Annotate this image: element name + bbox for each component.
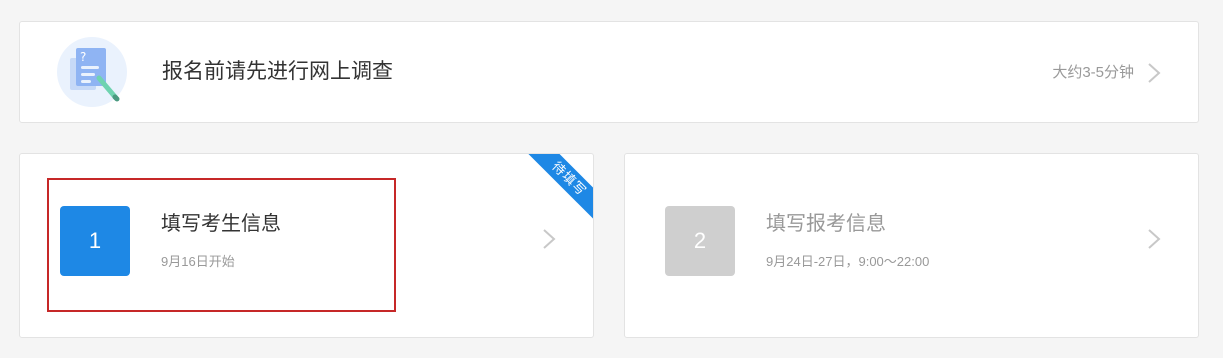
step-number-badge: 2: [665, 206, 735, 276]
survey-duration: 大约3-5分钟: [1052, 64, 1134, 81]
chevron-right-icon: [1146, 228, 1162, 250]
step-number-badge: 1: [60, 206, 130, 276]
svg-text:?: ?: [80, 50, 86, 64]
step-date: 9月24日-27日，9:00～22:00: [766, 254, 930, 269]
survey-card[interactable]: ? 报名前请先进行网上调查 大约3-5分钟: [19, 21, 1199, 123]
step-card-fill-candidate-info[interactable]: 1 填写考生信息 9月16日开始 待填写: [19, 153, 594, 338]
survey-title: 报名前请先进行网上调查: [162, 60, 393, 83]
step-title: 填写考生信息: [161, 213, 281, 235]
step-date: 9月16日开始: [161, 254, 235, 269]
chevron-right-icon: [1146, 62, 1162, 84]
step-title: 填写报考信息: [766, 213, 886, 235]
status-ribbon-label: 待填写: [523, 154, 593, 224]
status-ribbon: 待填写: [523, 154, 593, 224]
step-card-fill-application-info[interactable]: 2 填写报考信息 9月24日-27日，9:00～22:00: [624, 153, 1199, 338]
chevron-right-icon: [541, 228, 557, 250]
survey-document-icon: ?: [56, 36, 128, 108]
